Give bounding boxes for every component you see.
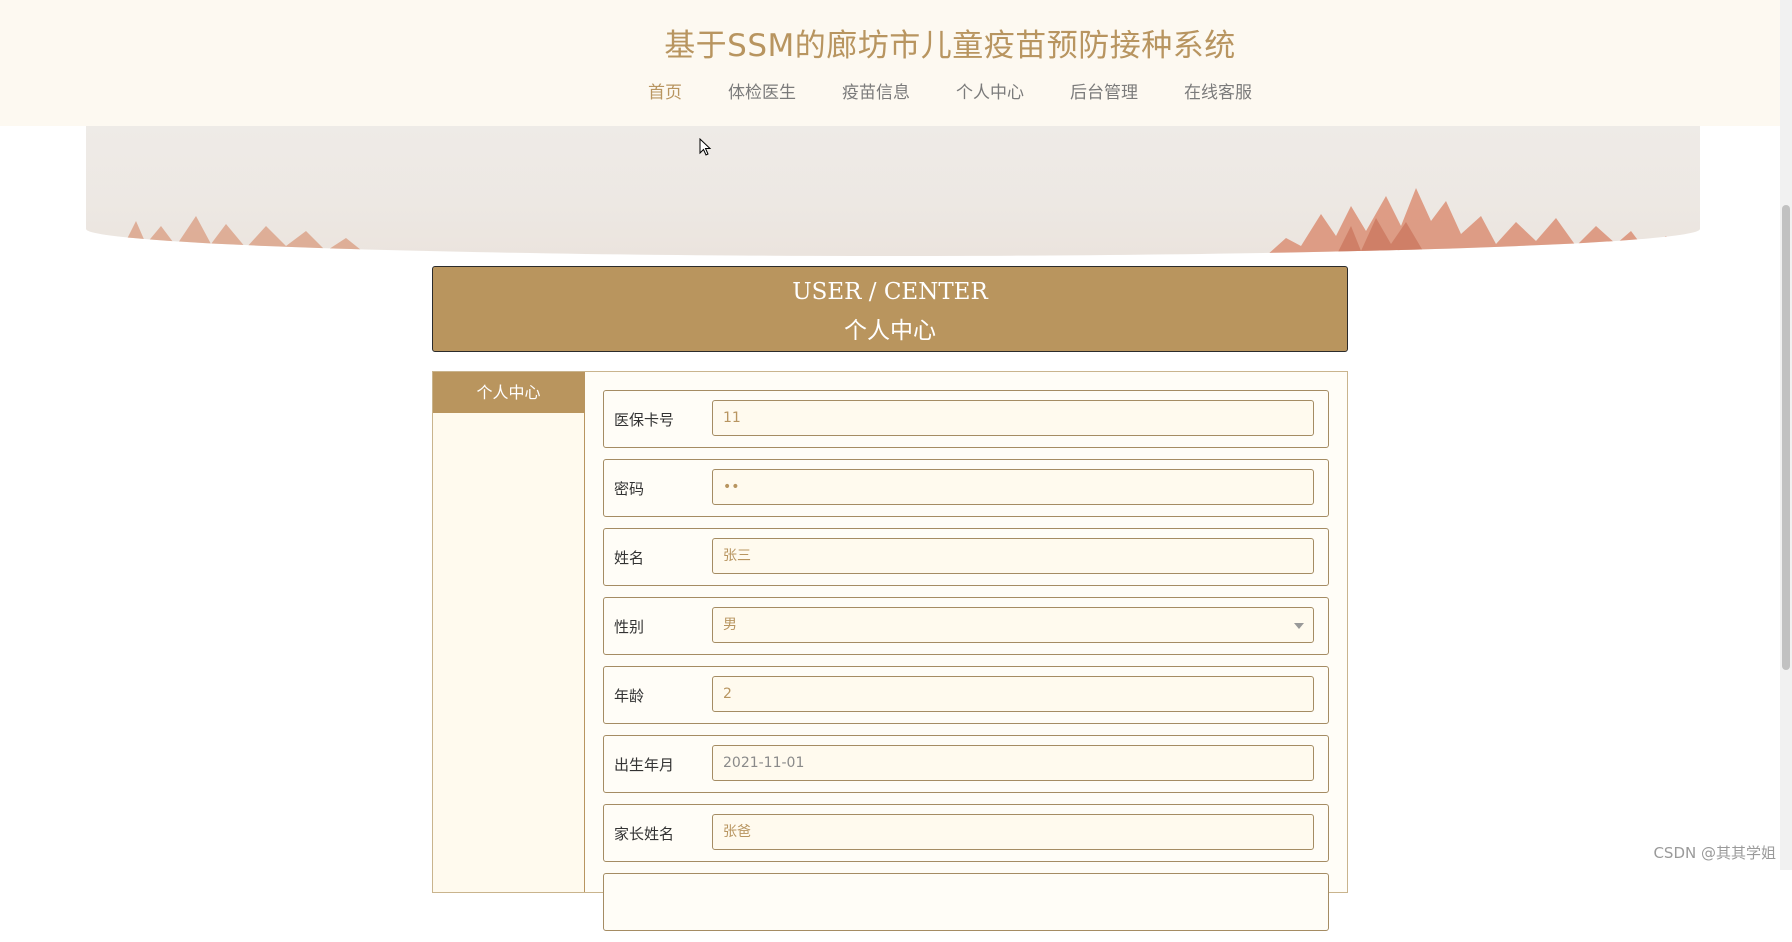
nav-admin[interactable]: 后台管理	[1070, 80, 1138, 106]
birthdate-input[interactable]: 2021-11-01	[712, 745, 1314, 781]
form-row-birthdate: 出生年月 2021-11-01	[603, 735, 1329, 793]
nav-doctors[interactable]: 体检医生	[728, 80, 796, 106]
form-row-parent-name: 家长姓名 张爸	[603, 804, 1329, 862]
field-label: 姓名	[614, 549, 645, 567]
card-number-input[interactable]: 11	[712, 400, 1314, 436]
form-row-age: 年龄 2	[603, 666, 1329, 724]
form-row-gender: 性别 男	[603, 597, 1329, 655]
sidebar-item-user-center[interactable]: 个人中心	[433, 372, 584, 413]
field-label: 年龄	[614, 687, 645, 705]
nav-support[interactable]: 在线客服	[1184, 80, 1252, 106]
nav-home[interactable]: 首页	[648, 80, 682, 106]
field-label: 家长姓名	[614, 825, 675, 843]
sidebar: 个人中心	[433, 372, 585, 892]
gender-select[interactable]: 男	[712, 607, 1314, 643]
form-row-next	[603, 873, 1329, 931]
header-banner-image	[86, 126, 1700, 256]
scrollbar-thumb[interactable]	[1782, 205, 1790, 670]
center-title-cn: 个人中心	[844, 318, 936, 344]
chevron-down-icon	[1294, 623, 1304, 629]
field-label: 性别	[614, 618, 645, 636]
parent-name-input[interactable]: 张爸	[712, 814, 1314, 850]
form-row-card-number: 医保卡号 11	[603, 390, 1329, 448]
form-row-name: 姓名 张三	[603, 528, 1329, 586]
gender-selected-value: 男	[723, 617, 737, 633]
field-label: 出生年月	[614, 756, 675, 774]
watermark: CSDN @其其学姐	[1653, 844, 1776, 862]
user-center-banner: USER / CENTER 个人中心	[432, 266, 1348, 352]
mouse-cursor-icon	[699, 138, 712, 156]
nav-vaccines[interactable]: 疫苗信息	[842, 80, 910, 106]
user-center-panel: 个人中心 医保卡号 11 密码 •• 姓名 张三 性别 男 年龄 2 出生年月 …	[432, 371, 1348, 931]
center-title-en: USER / CENTER	[792, 279, 988, 305]
password-input[interactable]: ••	[712, 469, 1314, 505]
site-header: 基于SSM的廊坊市儿童疫苗预防接种系统 首页 体检医生 疫苗信息 个人中心 后台…	[0, 0, 1780, 126]
page-scrollbar[interactable]	[1780, 0, 1792, 870]
nav-user-center[interactable]: 个人中心	[956, 80, 1024, 106]
site-title: 基于SSM的廊坊市儿童疫苗预防接种系统	[664, 28, 1236, 64]
profile-form: 医保卡号 11 密码 •• 姓名 张三 性别 男 年龄 2 出生年月 2021-…	[603, 390, 1329, 942]
field-label: 密码	[614, 480, 645, 498]
field-label: 医保卡号	[614, 411, 675, 429]
form-row-password: 密码 ••	[603, 459, 1329, 517]
main-nav: 首页 体检医生 疫苗信息 个人中心 后台管理 在线客服	[0, 80, 1792, 106]
name-input[interactable]: 张三	[712, 538, 1314, 574]
age-input[interactable]: 2	[712, 676, 1314, 712]
